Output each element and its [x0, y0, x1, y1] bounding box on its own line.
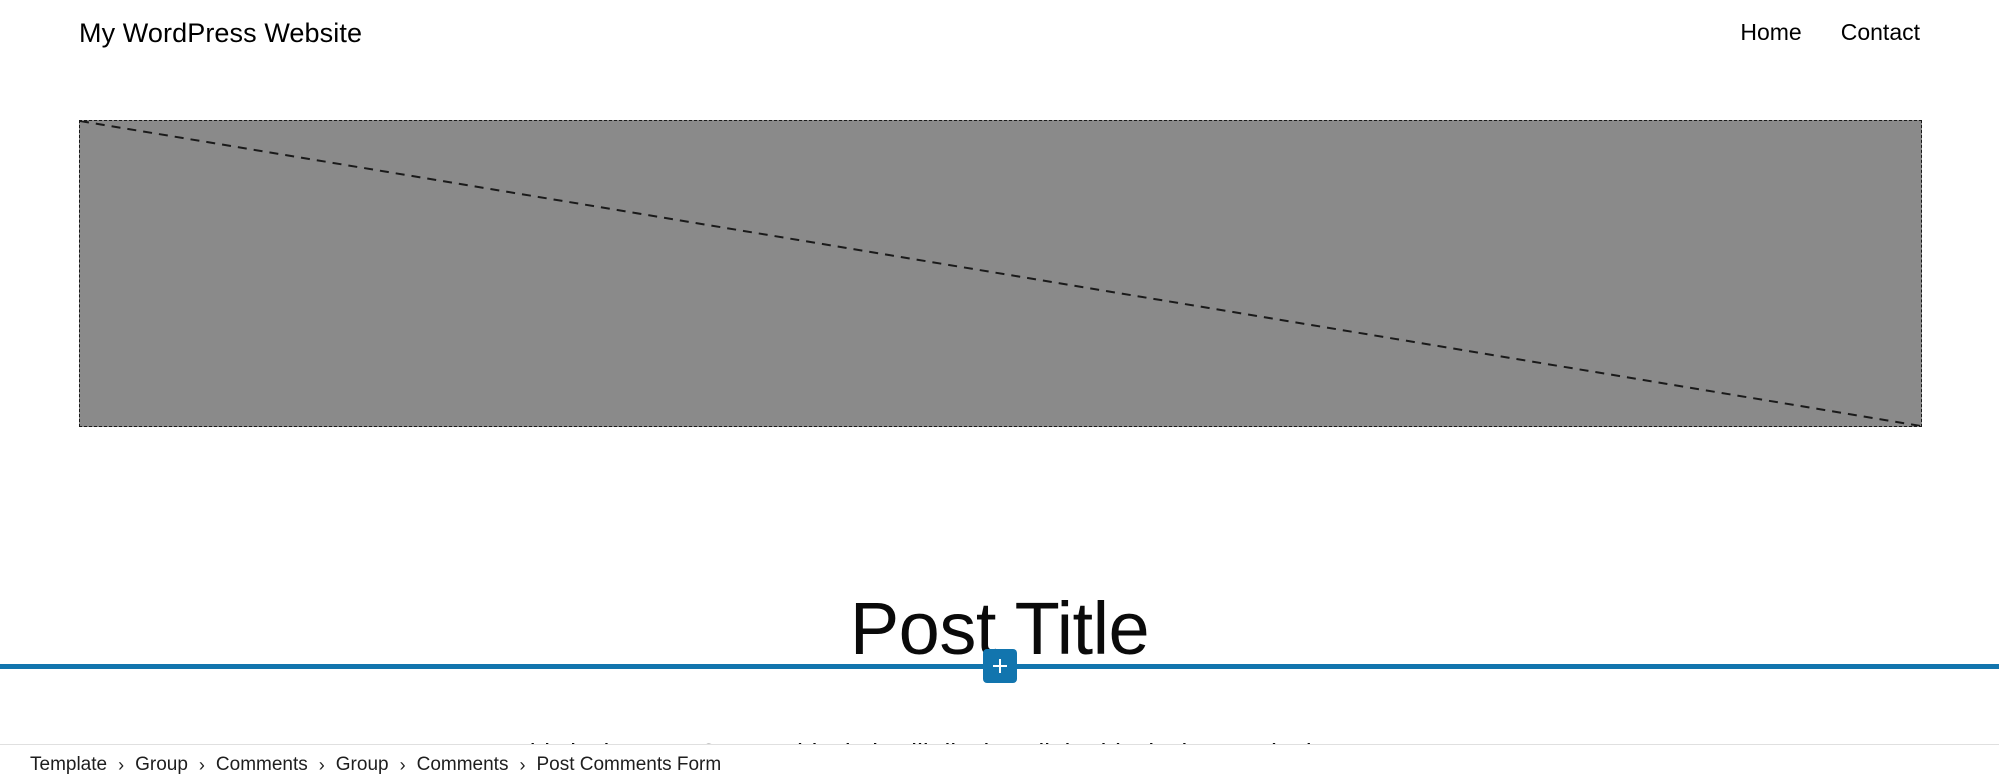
breadcrumb-item-group-1[interactable]: Group: [135, 755, 188, 774]
chevron-right-icon: ›: [118, 754, 125, 775]
site-title[interactable]: My WordPress Website: [79, 17, 362, 49]
editor-canvas: My WordPress Website Home Contact Post T…: [0, 0, 1999, 784]
post-featured-image-placeholder[interactable]: [79, 120, 1922, 427]
breadcrumb-item-template[interactable]: Template: [30, 755, 107, 774]
breadcrumb-item-comments-1[interactable]: Comments: [216, 755, 308, 774]
breadcrumb: Template › Group › Comments › Group › Co…: [0, 744, 1999, 784]
breadcrumb-item-group-2[interactable]: Group: [336, 755, 389, 774]
nav-link-contact[interactable]: Contact: [1841, 19, 1920, 47]
chevron-right-icon: ›: [399, 754, 406, 775]
breadcrumb-item-comments-2[interactable]: Comments: [417, 755, 509, 774]
plus-icon: [992, 659, 1007, 673]
chevron-right-icon: ›: [198, 754, 205, 775]
image-placeholder-icon: [80, 121, 1921, 426]
chevron-right-icon: ›: [318, 754, 325, 775]
block-inserter-button[interactable]: [982, 649, 1017, 683]
site-header: My WordPress Website Home Contact: [0, 0, 1999, 66]
nav-link-home[interactable]: Home: [1740, 19, 1801, 47]
chevron-right-icon: ›: [519, 754, 526, 775]
breadcrumb-item-post-comments-form[interactable]: Post Comments Form: [536, 755, 721, 774]
site-navigation: Home Contact: [1740, 19, 1920, 47]
